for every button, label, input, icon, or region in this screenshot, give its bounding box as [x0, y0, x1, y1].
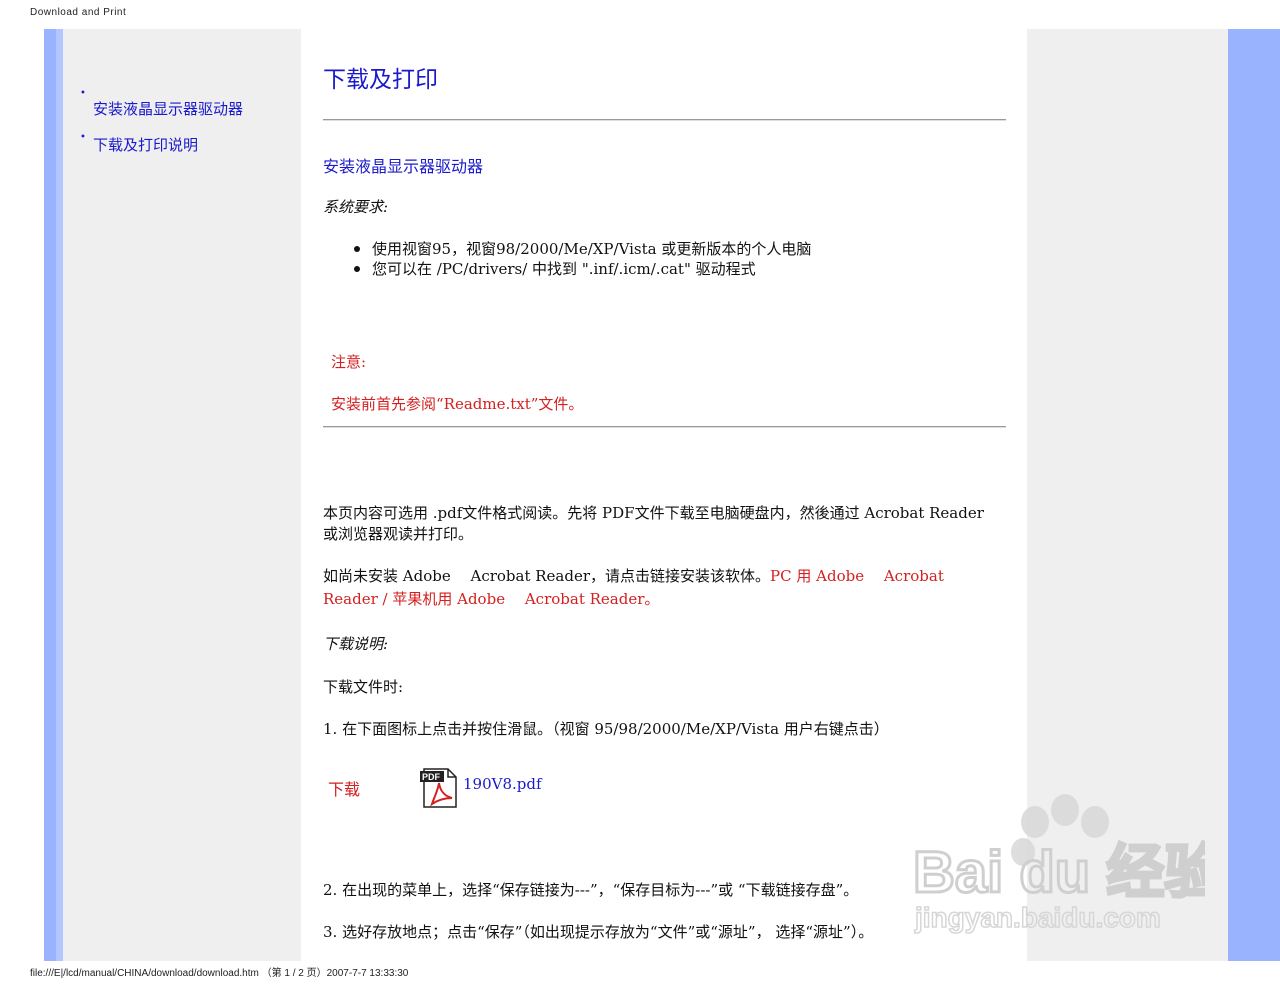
bullet-icon: •: [80, 88, 86, 99]
step-3-text: 3. 选好存放地点；点击“保存”（如出现提示存放为“文件”或“源址”， 选择“源…: [323, 923, 874, 941]
divider: [323, 119, 1006, 121]
watermark-brand: Bai du 经验: [913, 840, 1205, 905]
left-blue-bar: [44, 29, 56, 961]
sidebar: [63, 29, 301, 961]
link-mac-acrobat[interactable]: 苹果机用 Adobe Acrobat Reader: [392, 590, 644, 608]
download-instructions-label: 下载说明:: [323, 635, 389, 653]
divider: [323, 426, 1006, 428]
note-label: 注意:: [331, 353, 367, 371]
sidebar-item-label: 安装液晶显示器驱动器: [93, 100, 244, 118]
baidu-watermark-logo: Bai du 经验 jingyan.baidu.com: [912, 794, 1205, 934]
svg-text:PDF: PDF: [422, 772, 441, 782]
step-2-text: 2. 在出现的菜单上，选择“保存链接为---”，“保存目标为---”或 “下载链…: [323, 881, 859, 899]
section-heading-install-driver: 安装液晶显示器驱动器: [323, 157, 484, 176]
step-1-text: 1. 在下面图标上点击并按住滑鼠。（视窗 95/98/2000/Me/XP/Vi…: [323, 720, 889, 738]
sidebar-item-label: 下载及打印说明: [93, 136, 199, 154]
watermark-url: jingyan.baidu.com: [914, 902, 1161, 933]
system-requirements-label: 系统要求:: [323, 198, 389, 216]
pdf-intro-paragraph: 本页内容可选用 .pdf文件格式阅读。先将 PDF文件下载至电脑硬盘内，然後通过…: [323, 504, 984, 543]
note-text: 安装前首先参阅“Readme.txt”文件。: [331, 395, 584, 413]
bullet-icon: [354, 246, 360, 252]
pdf-download-link[interactable]: 190V8.pdf: [463, 775, 542, 793]
print-footer: file:///E|/lcd/manual/CHINA/download/dow…: [30, 968, 409, 979]
install-acrobat-paragraph: 如尚未安装 Adobe Acrobat Reader，请点击链接安装该软体。PC…: [323, 567, 944, 608]
pdf-file-icon[interactable]: PDF: [420, 768, 458, 808]
download-label: 下载: [328, 780, 361, 799]
right-blue-bar: [1228, 29, 1280, 961]
print-header: Download and Print: [30, 7, 127, 18]
page-title: 下载及打印: [323, 67, 438, 93]
bullet-icon: [354, 266, 360, 272]
download-when-text: 下载文件时:: [323, 678, 404, 696]
bullet-icon: •: [80, 132, 86, 143]
left-light-blue-bar: [56, 29, 63, 961]
